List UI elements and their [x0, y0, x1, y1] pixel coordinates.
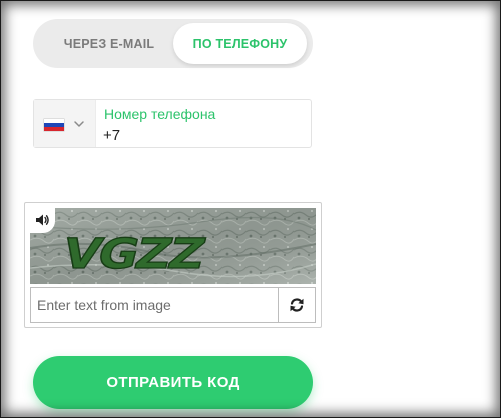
chevron-down-icon — [74, 121, 84, 127]
captcha-widget: VGZZ — [24, 202, 322, 328]
phone-input[interactable] — [103, 125, 303, 145]
send-code-button[interactable]: ОТПРАВИТЬ КОД — [33, 356, 313, 409]
speaker-icon — [35, 214, 49, 225]
phone-label: Номер телефона — [104, 106, 216, 122]
captcha-distorted-text: VGZZ — [57, 229, 209, 279]
login-method-tabs: ЧЕРЕЗ E-MAIL ПО ТЕЛЕФОНУ — [33, 19, 313, 68]
refresh-icon — [290, 298, 304, 312]
captcha-audio-button[interactable] — [28, 206, 55, 233]
country-selector[interactable] — [34, 100, 96, 147]
captcha-image: VGZZ — [30, 208, 316, 284]
svg-text:VGZZ: VGZZ — [58, 230, 209, 278]
captcha-input[interactable] — [30, 287, 279, 323]
phone-field: Номер телефона — [33, 99, 312, 148]
captcha-refresh-button[interactable] — [278, 287, 316, 323]
tab-email[interactable]: ЧЕРЕЗ E-MAIL — [39, 19, 179, 68]
flag-ru-icon — [44, 119, 64, 131]
tab-phone[interactable]: ПО ТЕЛЕФОНУ — [173, 23, 307, 64]
